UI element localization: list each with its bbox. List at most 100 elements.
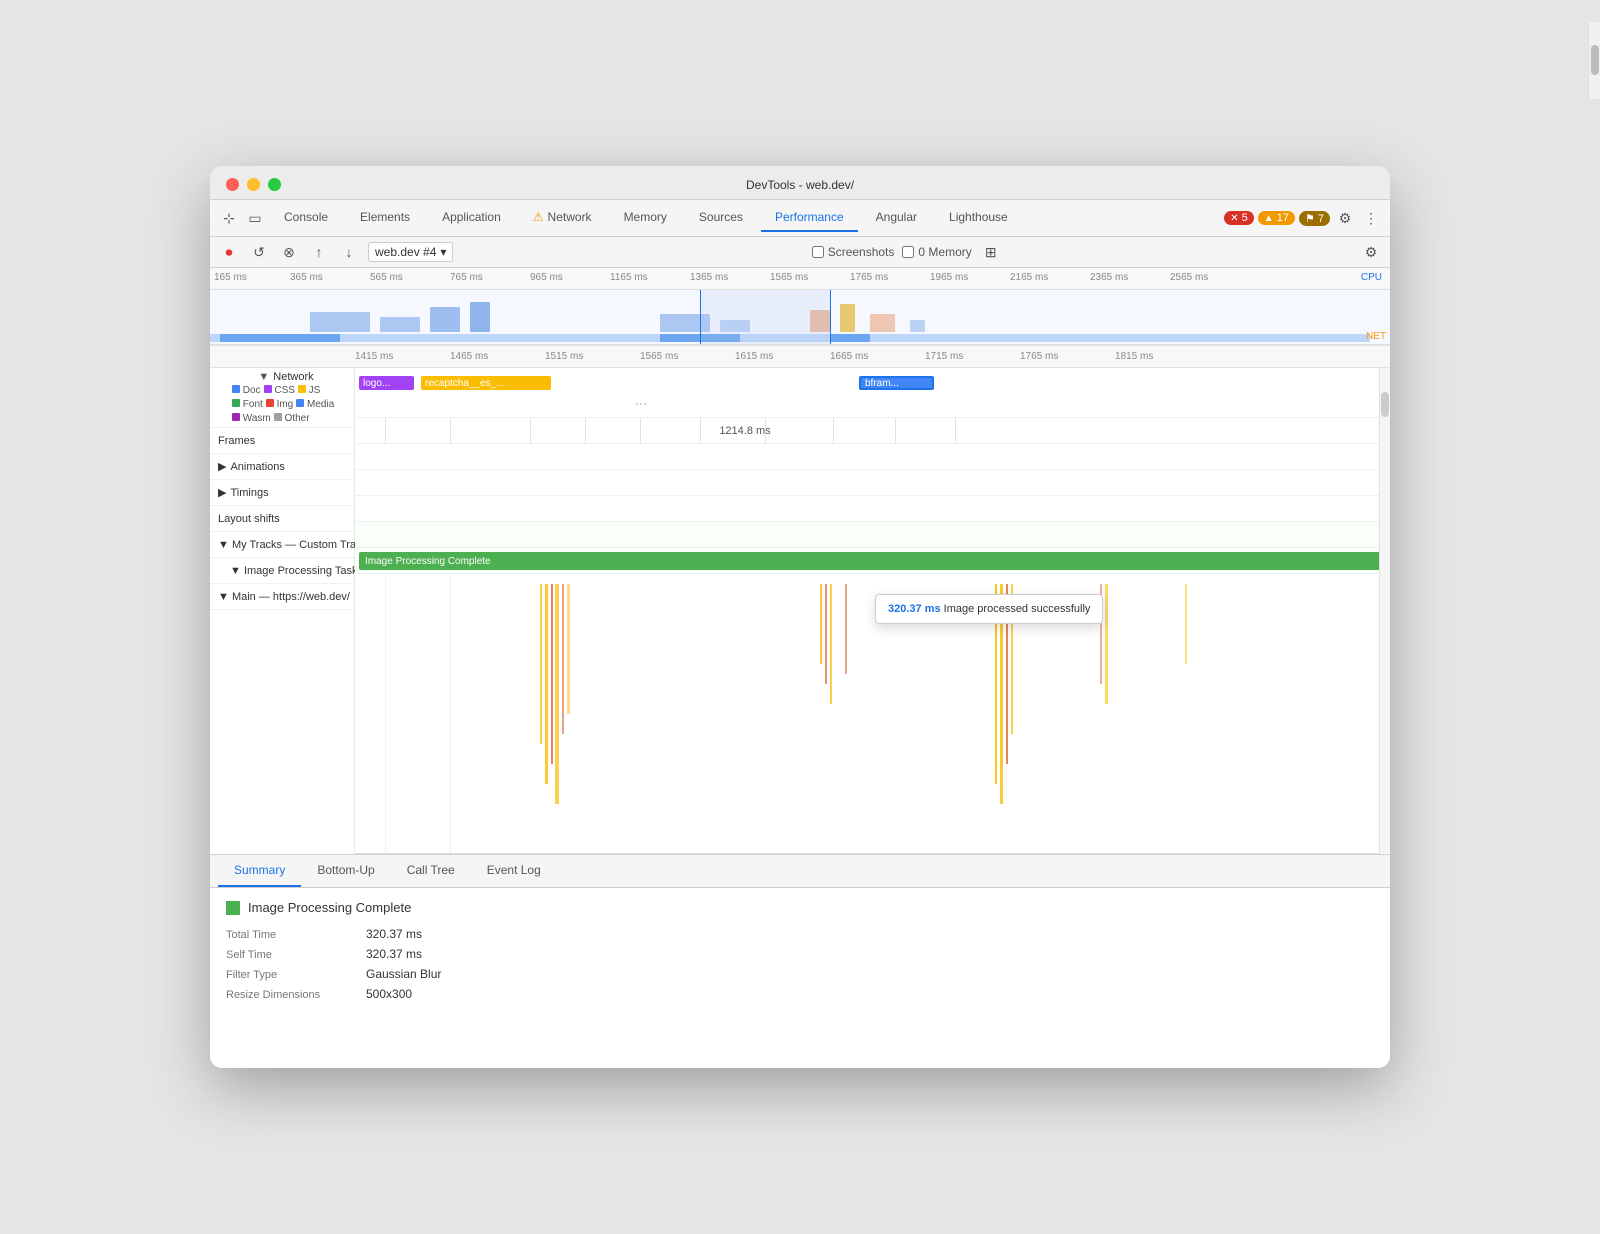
detail-time-ruler: 1415 ms 1465 ms 1515 ms 1565 ms 1615 ms … [210, 346, 1390, 368]
tab-angular[interactable]: Angular [862, 204, 931, 232]
screenshot-camera-icon[interactable]: ⊞ [980, 241, 1002, 263]
selection-right-handle[interactable] [830, 290, 831, 344]
tooltip-message: Image processed successfully [944, 603, 1091, 615]
self-time-value: 320.37 ms [366, 947, 422, 961]
settings-icon[interactable]: ⚙ [1334, 207, 1356, 229]
detail-mark-1: 1465 ms [450, 351, 488, 362]
ruler-mark-9: 1965 ms [930, 272, 968, 283]
image-processing-bar[interactable]: Image Processing Complete [359, 552, 1386, 570]
bframe-request-label: bfram... [865, 378, 899, 389]
ruler-mark-6: 1365 ms [690, 272, 728, 283]
tab-summary[interactable]: Summary [218, 855, 301, 887]
recaptcha-request[interactable]: recaptcha__es_... [421, 376, 551, 390]
tab-sources[interactable]: Sources [685, 204, 757, 232]
flame-bar-tall [567, 584, 570, 714]
error-count-badge[interactable]: ✕ 5 [1224, 211, 1254, 225]
info-count-badge[interactable]: ⚑ 7 [1299, 211, 1330, 226]
font-legend: Font [232, 399, 263, 410]
flame-bar [1185, 584, 1187, 664]
left-labels-panel: ▼ Network Doc CSS JS Font Img Media Wasm… [210, 368, 355, 854]
tab-bottom-up[interactable]: Bottom-Up [301, 855, 390, 887]
summary-row-total-time: Total Time 320.37 ms [226, 927, 1374, 941]
network-expand-icon[interactable]: ▼ [258, 371, 269, 383]
tab-elements[interactable]: Elements [346, 204, 424, 232]
timeline-overview-chart[interactable]: NET [210, 290, 1390, 345]
tab-console[interactable]: Console [270, 204, 342, 232]
tab-network[interactable]: ⚠ Network [519, 204, 606, 232]
flag-icon: ⚑ [1305, 213, 1315, 225]
warning-count: 17 [1277, 212, 1289, 224]
close-button[interactable] [226, 178, 239, 191]
tab-lighthouse[interactable]: Lighthouse [935, 204, 1022, 232]
layout-shifts-label-row: Layout shifts [210, 506, 354, 532]
detail-mark-4: 1615 ms [735, 351, 773, 362]
image-processing-bar-label: Image Processing Complete [365, 556, 491, 567]
ruler-mark-1: 365 ms [290, 272, 323, 283]
tab-event-log[interactable]: Event Log [471, 855, 557, 887]
image-processing-label-row[interactable]: ▼ Image Processing Tasks [210, 558, 354, 584]
main-thread-label-row[interactable]: ▼ Main — https://web.dev/ [210, 584, 354, 610]
flame-bar-tall [562, 584, 564, 734]
ruler-mark-8: 1765 ms [850, 272, 888, 283]
doc-legend: Doc [232, 385, 261, 396]
upload-button[interactable]: ↑ [308, 241, 330, 263]
maximize-button[interactable] [268, 178, 281, 191]
device-icon[interactable]: ▭ [244, 207, 266, 229]
timings-label-row[interactable]: ▶ Timings [210, 480, 354, 506]
ruler-mark-11: 2365 ms [1090, 272, 1128, 283]
detail-mark-8: 1815 ms [1115, 351, 1153, 362]
detail-mark-2: 1515 ms [545, 351, 583, 362]
cpu-label: CPU [1361, 272, 1382, 283]
inspect-icon[interactable]: ⊹ [218, 207, 240, 229]
main-thread-section: 320.37 ms Image processed successfully [355, 574, 1390, 854]
tab-application[interactable]: Application [428, 204, 515, 232]
tab-memory[interactable]: Memory [610, 204, 681, 232]
record-button[interactable]: ⏺ [218, 241, 240, 263]
flame-bar [845, 584, 847, 674]
download-button[interactable]: ↓ [338, 241, 360, 263]
more-icon[interactable]: ⋮ [1360, 207, 1382, 229]
image-processing-track-row[interactable]: Image Processing Complete [355, 548, 1390, 574]
frame-line [585, 418, 586, 443]
animations-expand-icon[interactable]: ▶ [218, 460, 226, 473]
minimize-button[interactable] [247, 178, 260, 191]
total-time-value: 320.37 ms [366, 927, 422, 941]
warning-triangle-icon: ▲ [1264, 213, 1274, 224]
filter-type-key: Filter Type [226, 969, 366, 981]
screenshots-toggle[interactable]: Screenshots [812, 245, 895, 259]
flame-chart[interactable] [355, 574, 1390, 853]
network-section-label: Network [273, 371, 313, 383]
screenshots-label: Screenshots [828, 245, 895, 259]
timings-label: Timings [230, 487, 268, 499]
timings-expand-icon[interactable]: ▶ [218, 486, 226, 499]
bframe-request[interactable]: bfram... [859, 376, 934, 390]
warning-count-badge[interactable]: ▲ 17 [1258, 211, 1295, 225]
frames-track-row: 1214.8 ms [355, 418, 1390, 444]
memory-checkbox[interactable] [902, 246, 914, 258]
reload-record-button[interactable]: ↺ [248, 241, 270, 263]
frame-line [450, 418, 451, 443]
profile-selector[interactable]: web.dev #4 ▾ [368, 242, 453, 262]
custom-track-label-row[interactable]: ▼ My Tracks — Custom Track [210, 532, 354, 558]
summary-row-self-time: Self Time 320.37 ms [226, 947, 1374, 961]
screenshots-checkbox[interactable] [812, 246, 824, 258]
tracks-scrollbar-thumb [1381, 392, 1389, 417]
tab-performance[interactable]: Performance [761, 204, 858, 232]
tab-call-tree[interactable]: Call Tree [391, 855, 471, 887]
js-legend: JS [298, 385, 320, 396]
total-time-key: Total Time [226, 929, 366, 941]
img-legend: Img [266, 399, 293, 410]
error-x-icon: ✕ [1230, 213, 1238, 224]
logo-request[interactable]: logo... [359, 376, 414, 390]
clear-button[interactable]: ⊗ [278, 241, 300, 263]
timings-track-row [355, 470, 1390, 496]
tracks-scrollbar[interactable] [1379, 368, 1390, 854]
memory-toggle[interactable]: 0 Memory [902, 245, 971, 259]
animations-label-row[interactable]: ▶ Animations [210, 454, 354, 480]
window-title: DevTools - web.dev/ [746, 178, 854, 192]
summary-color-swatch [226, 901, 240, 915]
selection-left-handle[interactable] [700, 290, 701, 344]
perf-settings-icon[interactable]: ⚙ [1360, 241, 1382, 263]
frame-line [530, 418, 531, 443]
animations-track-row [355, 444, 1390, 470]
